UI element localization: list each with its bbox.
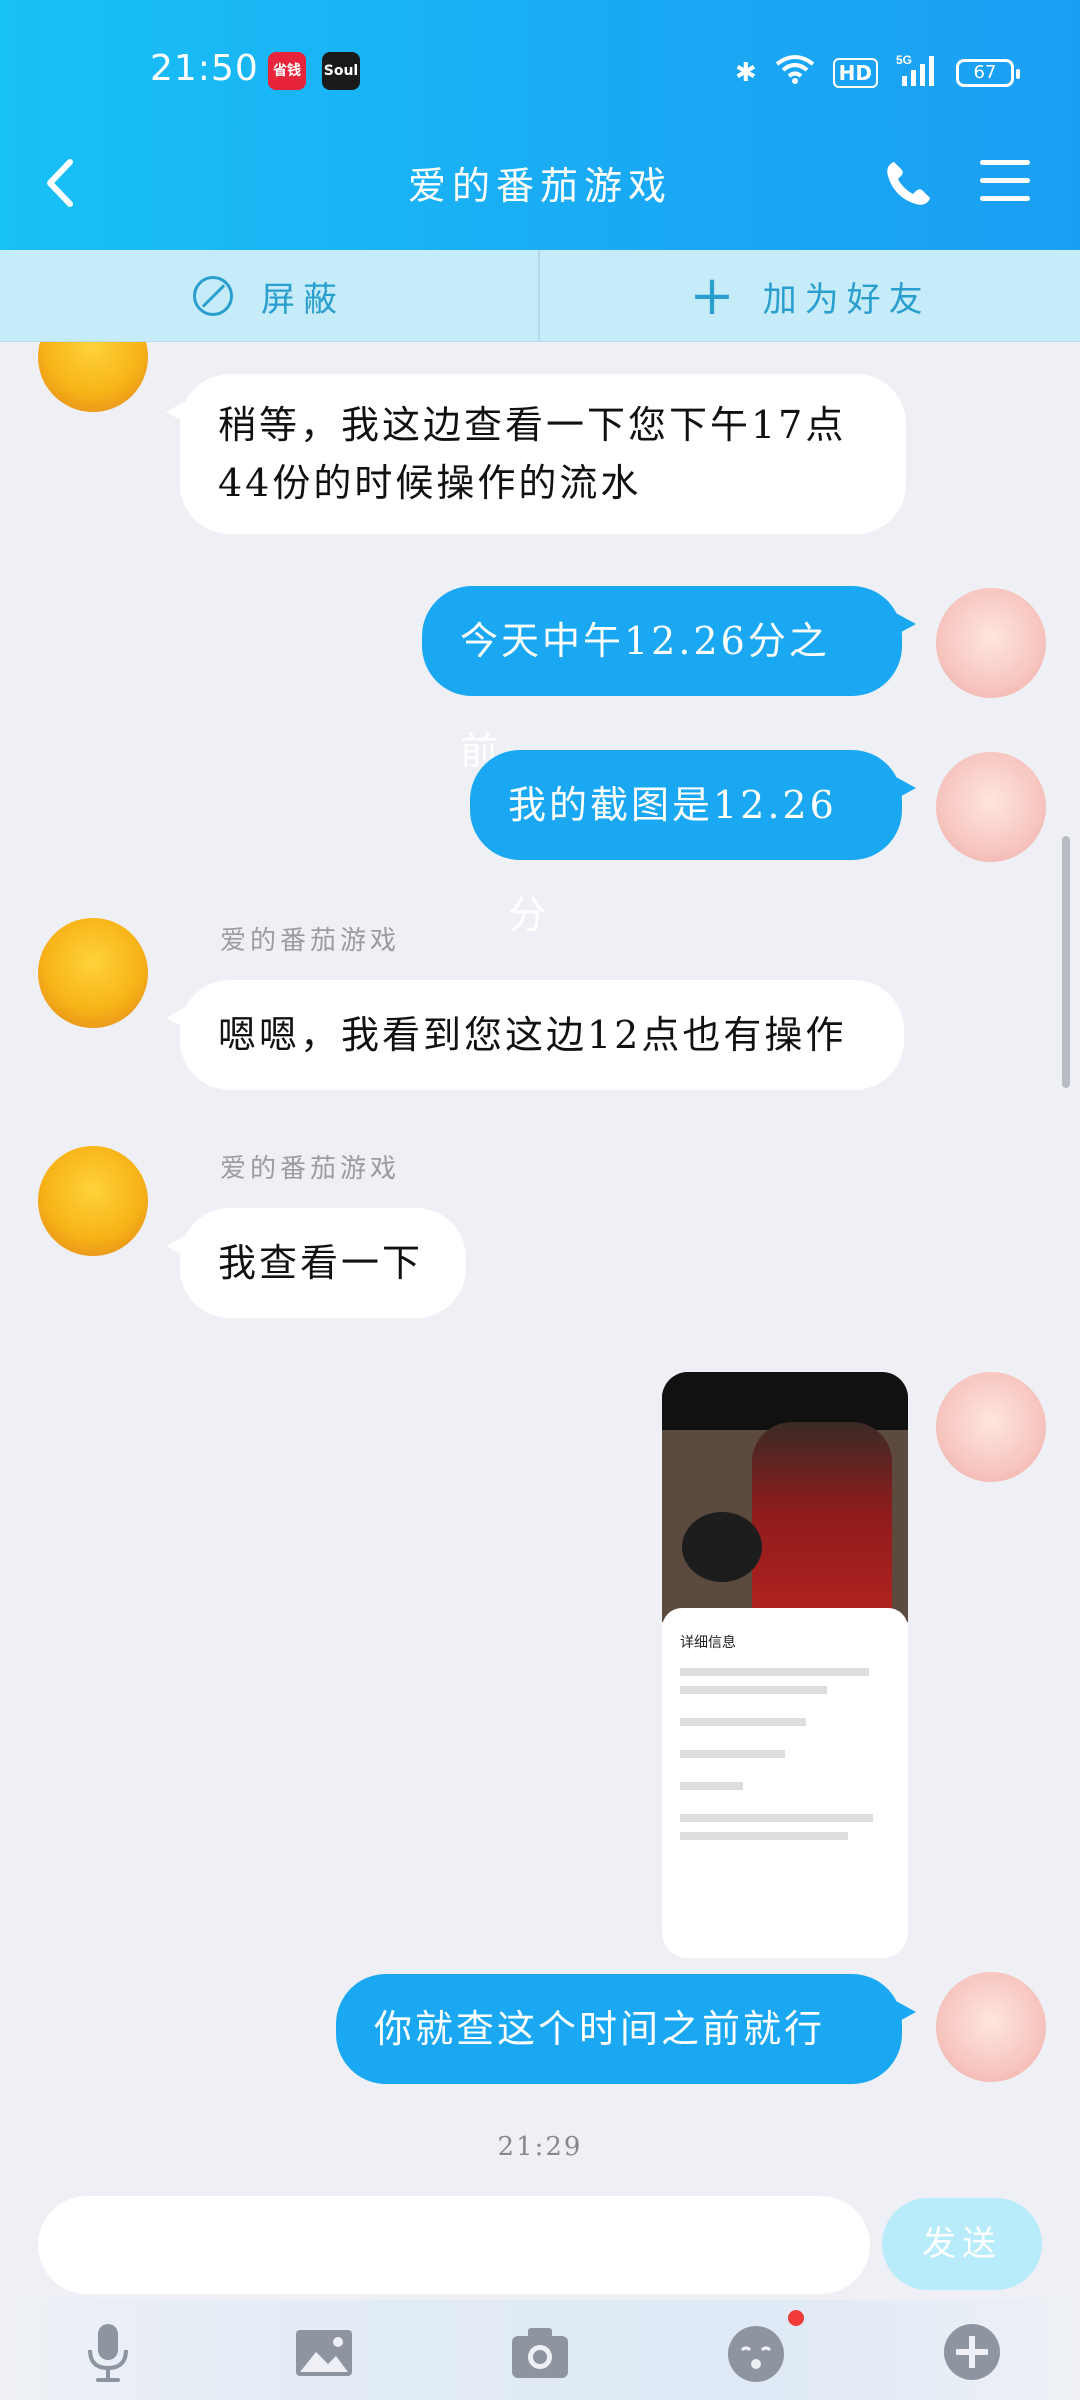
hd-icon: HD	[832, 57, 878, 88]
message-input[interactable]	[38, 2196, 870, 2294]
screenshot-thumbnail	[662, 1372, 908, 1622]
my-avatar[interactable]	[936, 752, 1046, 862]
message-bubble-left[interactable]: 嗯嗯，我看到您这边12点也有操作	[166, 980, 904, 1090]
message-bubble-left[interactable]: 稍等，我这边查看一下您下午17点 44份的时候操作的流水	[166, 374, 906, 534]
block-icon	[193, 276, 233, 316]
phone-icon	[887, 162, 930, 205]
chat-area[interactable]: 稍等，我这边查看一下您下午17点 44份的时候操作的流水 今天中午12.26分之…	[0, 342, 1080, 2192]
hat-graphic	[682, 1512, 762, 1582]
message-bubble-right[interactable]: 你就查这个时间之前就行	[336, 1974, 916, 2084]
sender-name: 爱的番茄游戏	[220, 1154, 401, 1184]
contact-avatar[interactable]	[38, 342, 148, 412]
add-friend-button[interactable]: + 加为好友	[540, 250, 1080, 342]
header: 21:50 省钱 Soul ✱ HD 5G 67 爱的番茄游戏	[0, 0, 1080, 250]
my-avatar[interactable]	[936, 1372, 1046, 1482]
contact-avatar[interactable]	[38, 1146, 148, 1256]
block-button[interactable]: 屏蔽	[0, 250, 540, 342]
block-label: 屏蔽	[261, 279, 345, 320]
status-bar: 21:50 省钱 Soul ✱ HD 5G 67	[0, 40, 1080, 104]
send-button[interactable]: 发送	[882, 2198, 1042, 2290]
contact-avatar[interactable]	[38, 918, 148, 1028]
message-text: 稍等，我这边查看一下您下午17点	[218, 403, 847, 447]
detail-panel: 详细信息	[662, 1608, 908, 1958]
emoji-icon[interactable]	[724, 2320, 788, 2384]
camera-icon[interactable]	[508, 2320, 572, 2384]
soul-notification-icon: Soul	[322, 52, 360, 90]
detail-title: 详细信息	[680, 1635, 736, 1651]
plus-icon: +	[689, 264, 735, 327]
image-icon[interactable]	[292, 2320, 356, 2384]
signal-icon: 5G	[896, 52, 938, 93]
notification-dot	[788, 2310, 804, 2326]
call-button[interactable]	[880, 156, 936, 212]
input-toolbar	[0, 2300, 1080, 2400]
hamburger-icon	[980, 160, 1030, 201]
microphone-icon[interactable]	[76, 2320, 140, 2384]
message-bubble-right[interactable]: 今天中午12.26分之前	[422, 586, 916, 773]
sender-name: 爱的番茄游戏	[220, 926, 401, 956]
character-figure	[752, 1422, 892, 1622]
message-timestamp: 21:29	[497, 2132, 583, 2162]
add-friend-label: 加为好友	[762, 279, 931, 320]
app-notification-icon: 省钱	[268, 52, 306, 90]
image-message[interactable]: 详细信息	[662, 1372, 908, 1958]
my-avatar[interactable]	[936, 588, 1046, 698]
status-icons: ✱ HD 5G 67	[734, 52, 1020, 93]
message-text: 44份的时候操作的流水	[218, 461, 642, 505]
status-time: 21:50	[150, 48, 259, 89]
message-bubble-right[interactable]: 我的截图是12.26分	[470, 750, 916, 937]
svg-text:5G: 5G	[896, 53, 912, 67]
stranger-action-bar: 屏蔽 + 加为好友	[0, 250, 1080, 342]
scrollbar[interactable]	[1062, 836, 1070, 1088]
thumbnail-status	[662, 1372, 908, 1430]
bluetooth-icon: ✱	[734, 57, 757, 88]
menu-button[interactable]	[980, 160, 1030, 204]
message-bubble-left[interactable]: 我查看一下	[166, 1208, 466, 1318]
plus-icon[interactable]	[940, 2320, 1004, 2384]
my-avatar[interactable]	[936, 1972, 1046, 2082]
battery-icon: 67	[956, 58, 1020, 87]
wifi-icon	[775, 54, 815, 91]
